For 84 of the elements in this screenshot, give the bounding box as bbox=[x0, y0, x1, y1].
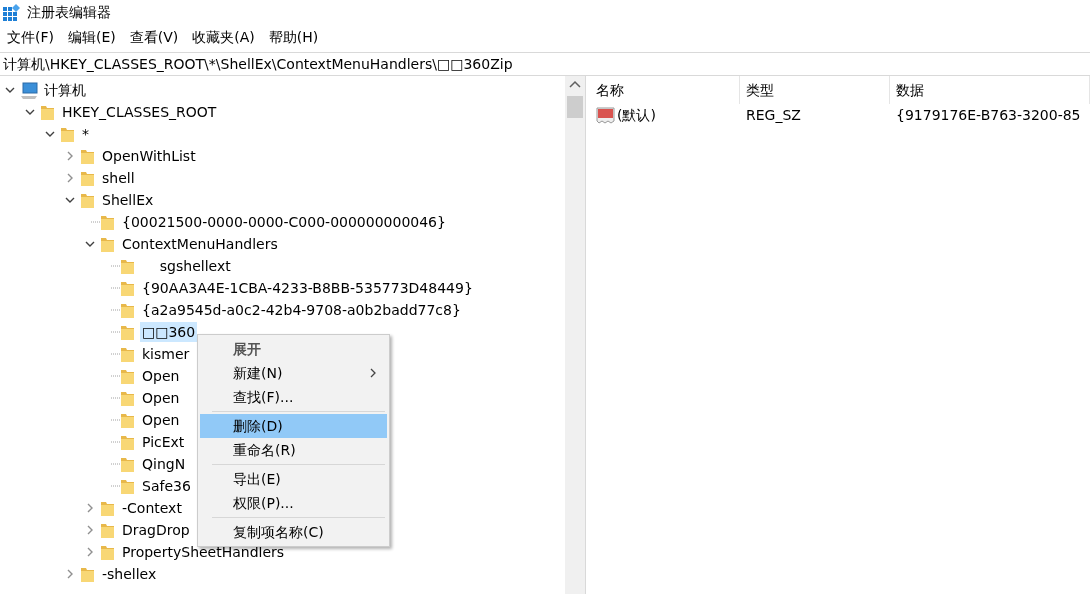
window-title: 注册表编辑器 bbox=[27, 2, 111, 22]
folder-icon bbox=[40, 103, 56, 121]
menu-item[interactable]: 展开 bbox=[200, 337, 387, 361]
tree-item[interactable]: □□360 bbox=[140, 322, 198, 342]
folder-icon bbox=[120, 257, 136, 275]
tree-item[interactable]: OpenWithList bbox=[100, 146, 198, 166]
menu-item[interactable]: 删除(D) bbox=[200, 414, 387, 438]
folder-icon bbox=[80, 147, 96, 165]
folder-icon bbox=[120, 323, 136, 341]
menu-item[interactable]: 帮助(H) bbox=[261, 26, 326, 48]
tree-item[interactable]: QingN bbox=[140, 454, 188, 474]
tree-connector bbox=[110, 287, 120, 289]
tree-item[interactable]: shell bbox=[100, 168, 137, 188]
table-cell-text: REG_SZ bbox=[745, 106, 802, 125]
scroll-up-icon[interactable] bbox=[569, 80, 581, 88]
tree-item[interactable]: {a2a9545d-a0c2-42b4-9708-a0b2badd77c8} bbox=[140, 300, 463, 320]
menu-item[interactable]: 收藏夹(A) bbox=[185, 26, 262, 48]
folder-icon bbox=[100, 235, 116, 253]
tree-connector bbox=[110, 441, 120, 443]
tree-connector bbox=[110, 309, 120, 311]
menu-item[interactable]: 复制项名称(C) bbox=[200, 520, 387, 544]
menu-item[interactable]: 新建(N) bbox=[200, 361, 387, 385]
tree-connector bbox=[110, 485, 120, 487]
tree-item[interactable]: HKEY_CLASSES_ROOT bbox=[60, 102, 219, 122]
tree-item[interactable]: kismer bbox=[140, 344, 192, 364]
tree-item[interactable]: Safe36 bbox=[140, 476, 193, 496]
menu-item[interactable]: 编辑(E) bbox=[61, 26, 123, 48]
tree-item[interactable]: ShellEx bbox=[100, 190, 156, 210]
menu-item[interactable]: 导出(E) bbox=[200, 467, 387, 491]
folder-icon bbox=[120, 455, 136, 473]
folder-icon bbox=[100, 543, 116, 561]
address-field[interactable]: 计算机\HKEY_CLASSES_ROOT\*\ShellEx\ContextMenuHandlers\□□360Zip bbox=[3, 53, 513, 75]
folder-icon bbox=[60, 125, 76, 143]
folder-icon bbox=[120, 301, 136, 319]
tree-connector bbox=[110, 353, 120, 355]
folder-icon bbox=[120, 433, 136, 451]
folder-icon bbox=[100, 213, 116, 231]
folder-icon bbox=[100, 521, 116, 539]
menu-item[interactable]: 查找(F)... bbox=[200, 385, 387, 409]
menu-item[interactable]: 查看(V) bbox=[122, 26, 186, 48]
menu-item[interactable]: 文件(F) bbox=[0, 26, 61, 48]
tree-connector bbox=[110, 331, 120, 333]
tree-connector bbox=[110, 375, 120, 377]
menu-item[interactable]: 权限(P)... bbox=[200, 491, 387, 515]
folder-icon bbox=[120, 389, 136, 407]
tree-item[interactable]: PicExt bbox=[140, 432, 187, 452]
folder-icon bbox=[120, 367, 136, 385]
folder-icon bbox=[120, 345, 136, 363]
tree-connector bbox=[90, 221, 100, 223]
string-value-icon bbox=[596, 106, 615, 124]
folder-icon bbox=[80, 191, 96, 209]
tree-item[interactable]: {00021500-0000-0000-C000-000000000046} bbox=[120, 212, 448, 232]
tree-connector bbox=[110, 265, 120, 267]
tree-connector bbox=[110, 463, 120, 465]
tree-item[interactable]: PropertySheetHandlers bbox=[120, 542, 287, 562]
tree-item[interactable]: -Context bbox=[120, 498, 184, 518]
tree-item[interactable]: ContextMenuHandlers bbox=[120, 234, 280, 254]
menu-item[interactable]: 重命名(R) bbox=[200, 438, 387, 462]
folder-icon bbox=[100, 499, 116, 517]
scrollbar[interactable] bbox=[565, 76, 585, 594]
app-icon bbox=[2, 2, 21, 22]
column-header[interactable]: 名称 bbox=[590, 76, 740, 104]
tree-connector bbox=[110, 419, 120, 421]
folder-icon bbox=[120, 279, 136, 297]
folder-icon bbox=[120, 411, 136, 429]
computer-icon bbox=[20, 80, 38, 100]
tree-item[interactable]: Open bbox=[140, 388, 182, 408]
tree-item[interactable]: Open bbox=[140, 366, 182, 386]
scroll-thumb[interactable] bbox=[567, 96, 583, 118]
folder-icon bbox=[80, 169, 96, 187]
tree-item[interactable]: 计算机 bbox=[42, 80, 88, 100]
table-cell-text: (默认) bbox=[617, 106, 656, 125]
table-cell-text: {9179176E-B763-3200-85 bbox=[895, 106, 1081, 125]
tree-item[interactable]: -shellex bbox=[100, 564, 159, 584]
tree-item[interactable]: sgshellext bbox=[140, 256, 233, 276]
tree-item[interactable]: Open bbox=[140, 410, 182, 430]
folder-icon bbox=[120, 477, 136, 495]
tree-item[interactable]: {90AA3A4E-1CBA-4233-B8BB-535773D48449} bbox=[140, 278, 475, 298]
folder-icon bbox=[80, 565, 96, 583]
tree-connector bbox=[110, 397, 120, 399]
tree-item[interactable]: * bbox=[80, 124, 91, 144]
column-header[interactable]: 数据 bbox=[890, 76, 1090, 104]
tree-item[interactable]: DragDrop bbox=[120, 520, 192, 540]
column-header[interactable]: 类型 bbox=[740, 76, 890, 104]
